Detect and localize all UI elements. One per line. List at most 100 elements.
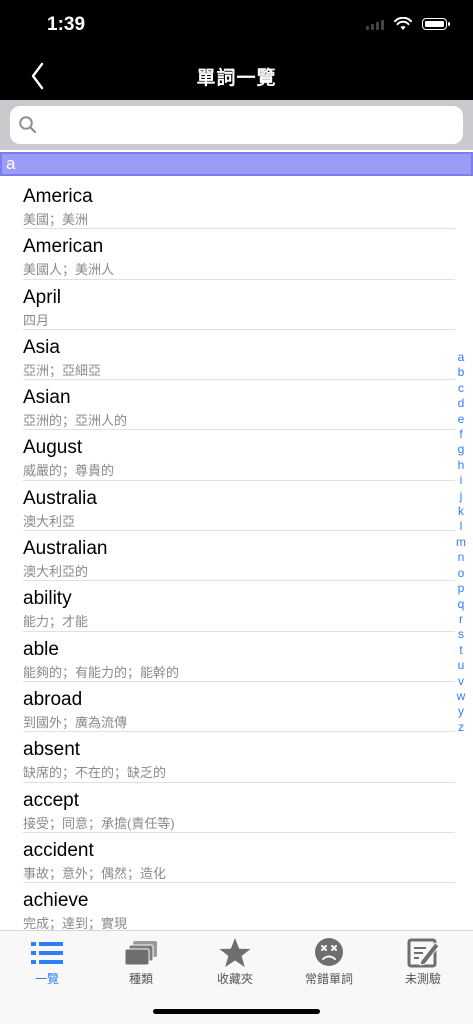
word-english: Asia	[23, 336, 60, 358]
tab-mistakes[interactable]: 常錯單詞	[282, 931, 376, 991]
tab-label: 收藏夾	[216, 972, 253, 986]
word-english: August	[23, 437, 83, 459]
search-icon	[19, 116, 37, 134]
index-letter[interactable]: b	[458, 365, 465, 380]
search-bar	[0, 100, 473, 150]
word-translation: 威嚴的；尊貴的	[23, 463, 115, 479]
index-letter[interactable]: p	[458, 581, 465, 596]
star-icon	[219, 938, 251, 967]
search-input[interactable]	[46, 111, 450, 141]
navigation-bar: 單詞一覽	[0, 50, 473, 100]
index-letter[interactable]: l	[460, 519, 463, 534]
word-row[interactable]: accept 接受；同意；承擔(責任等)	[23, 783, 455, 833]
word-english: accept	[23, 789, 79, 811]
word-english: able	[23, 638, 59, 660]
tab-favorites[interactable]: 收藏夾	[188, 931, 282, 991]
word-row[interactable]: accident 事故；意外；偶然；造化	[23, 833, 455, 884]
word-english: Australia	[23, 487, 97, 509]
section-header: a	[0, 152, 473, 176]
index-letter[interactable]: u	[458, 658, 465, 673]
word-row[interactable]: achieve 完成；達到；實現	[23, 883, 455, 930]
index-letter[interactable]: c	[458, 381, 464, 396]
index-letter[interactable]: z	[458, 720, 464, 735]
word-row[interactable]: Asian 亞洲的；亞洲人的	[23, 380, 455, 431]
word-english: ability	[23, 588, 72, 610]
word-translation: 到國外；廣為流傳	[23, 714, 128, 730]
word-row[interactable]: April 四月	[23, 280, 455, 330]
edit-icon	[407, 938, 440, 968]
word-row[interactable]: abroad 到國外；廣為流傳	[23, 682, 455, 733]
signal-icon	[366, 18, 384, 30]
index-letter[interactable]: a	[458, 350, 465, 365]
index-letter[interactable]: v	[458, 674, 464, 689]
tab-label: 一覽	[34, 972, 59, 986]
index-letter[interactable]: t	[459, 643, 462, 658]
word-row[interactable]: America 美國；美洲	[23, 179, 455, 230]
word-translation: 事故；意外；偶然；造化	[23, 865, 167, 881]
index-letter[interactable]: g	[458, 442, 465, 457]
battery-icon	[422, 18, 450, 30]
word-english: Australian	[23, 538, 108, 560]
word-translation: 澳大利亞	[23, 513, 76, 529]
word-row[interactable]: able 能夠的；有能力的；能幹的	[23, 632, 455, 682]
word-translation: 四月	[23, 312, 50, 328]
status-icons	[366, 17, 450, 31]
word-english: abroad	[23, 688, 83, 710]
word-english: absent	[23, 739, 81, 761]
tab-label: 種類	[128, 972, 153, 986]
word-translation: 亞洲；亞細亞	[23, 362, 102, 378]
tab-label: 未測驗	[404, 972, 441, 986]
word-english: achieve	[23, 890, 89, 912]
index-letter[interactable]: y	[458, 704, 464, 719]
word-translation: 能力；才能	[23, 614, 89, 630]
word-row[interactable]: Australia 澳大利亞	[23, 481, 455, 532]
index-letter[interactable]: r	[459, 612, 463, 627]
index-letter[interactable]: m	[456, 535, 466, 550]
status-bar: 1:39	[0, 0, 473, 50]
word-english: April	[23, 286, 62, 308]
index-letter[interactable]: w	[457, 689, 466, 704]
word-english: accident	[23, 839, 94, 861]
index-letter[interactable]: j	[460, 489, 463, 504]
word-row[interactable]: August 威嚴的；尊貴的	[23, 430, 455, 481]
tab-list[interactable]: 一覽	[0, 931, 94, 991]
word-english: Asian	[23, 387, 71, 409]
page-title: 單詞一覽	[196, 68, 277, 89]
word-row[interactable]: American 美國人；美洲人	[23, 229, 455, 280]
word-row[interactable]: Australian 澳大利亞的	[23, 531, 455, 582]
word-translation: 缺席的；不在的；缺乏的	[23, 765, 167, 781]
word-translation: 亞洲的；亞洲人的	[23, 413, 128, 429]
tab-categories[interactable]: 種類	[94, 931, 188, 991]
index-letter[interactable]: n	[458, 550, 465, 565]
word-row[interactable]: absent 缺席的；不在的；缺乏的	[23, 732, 455, 783]
index-letter[interactable]: h	[458, 458, 465, 473]
tab-untested[interactable]: 未測驗	[376, 931, 470, 991]
word-translation: 美國人；美洲人	[23, 262, 115, 278]
word-row[interactable]: ability 能力；才能	[23, 581, 455, 632]
wifi-icon	[394, 17, 412, 30]
index-letter[interactable]: f	[459, 427, 462, 442]
word-row[interactable]: Asia 亞洲；亞細亞	[23, 330, 455, 381]
index-letter[interactable]: d	[458, 396, 465, 411]
word-translation: 完成；達到；實現	[23, 916, 128, 930]
sad-face-icon	[315, 938, 343, 966]
word-english: American	[23, 236, 104, 258]
word-list[interactable]: America 美國；美洲 American 美國人；美洲人 April 四月 Asia 亞洲…	[0, 179, 473, 930]
index-letter[interactable]: o	[458, 566, 465, 581]
index-letter[interactable]: q	[458, 597, 465, 612]
word-translation: 能夠的；有能力的；能幹的	[23, 664, 180, 680]
list-icon	[31, 942, 63, 964]
index-letter[interactable]: i	[460, 473, 463, 488]
word-translation: 接受；同意；承擔(責任等)	[23, 815, 175, 831]
cards-icon	[124, 941, 157, 966]
index-letter[interactable]: e	[458, 412, 465, 427]
word-translation: 澳大利亞的	[23, 564, 89, 580]
index-letter[interactable]: s	[458, 627, 464, 642]
tab-label: 常錯單詞	[304, 972, 353, 986]
home-indicator	[153, 1009, 320, 1014]
word-english: America	[23, 186, 93, 207]
index-letter[interactable]: k	[458, 504, 464, 519]
alphabet-index[interactable]: abcdefghijklmnopqrstuvwyz	[453, 350, 469, 735]
status-time: 1:39	[47, 14, 86, 35]
search-field[interactable]	[10, 106, 463, 144]
